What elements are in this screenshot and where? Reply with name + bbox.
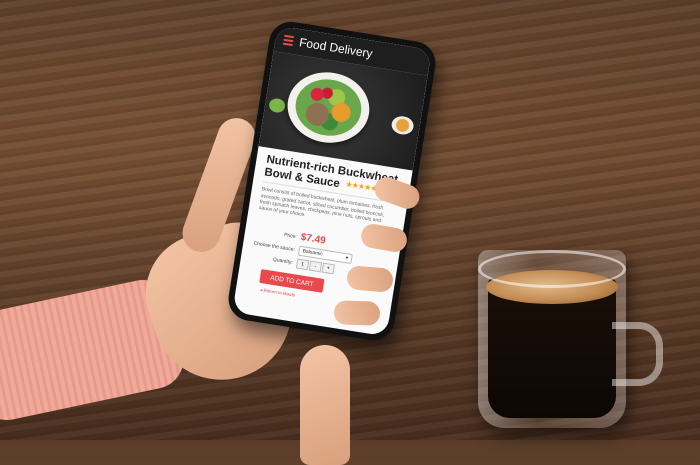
quantity-label: Quantity: <box>272 257 294 267</box>
quantity-increase-button[interactable]: + <box>321 263 335 275</box>
cup-rim <box>478 250 626 288</box>
herbs-garnish <box>268 97 287 114</box>
food-bowl <box>282 66 375 149</box>
quantity-stepper: 1 - + <box>295 258 335 275</box>
price-value: $7.49 <box>299 232 327 248</box>
sauce-label: Choose the sauce: <box>253 240 296 254</box>
coffee-cup <box>478 250 626 428</box>
rating-stars: ★★★★★ <box>345 181 378 194</box>
quantity-decrease-button[interactable]: - <box>308 261 323 273</box>
cup-handle <box>612 322 663 386</box>
chevron-down-icon: ▾ <box>345 255 349 262</box>
price-label: Price: <box>283 232 298 241</box>
pointing-finger <box>300 345 350 465</box>
sauce-dish <box>390 114 415 136</box>
finger <box>346 265 394 293</box>
finger <box>333 300 381 326</box>
hamburger-menu-icon[interactable] <box>282 34 295 47</box>
bowl-contents <box>291 74 366 141</box>
quantity-value[interactable]: 1 <box>295 258 310 271</box>
sauce-select-value: Balsamic <box>302 248 324 258</box>
